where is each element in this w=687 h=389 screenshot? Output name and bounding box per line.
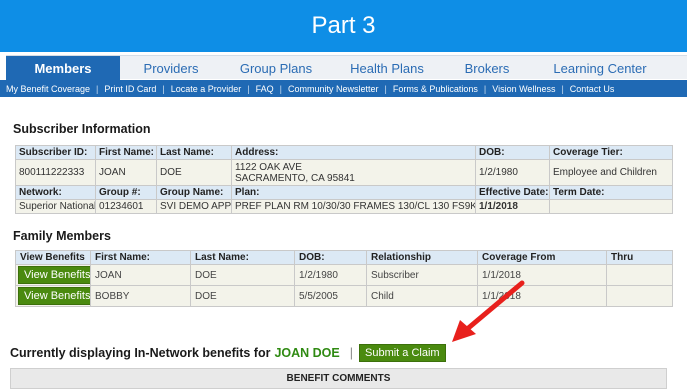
subnav-print-id-card[interactable]: Print ID Card xyxy=(104,84,156,94)
main-nav: Members Providers Group Plans Health Pla… xyxy=(6,55,687,80)
subnav-contact-us[interactable]: Contact Us xyxy=(570,84,615,94)
header-family-last-name: Last Name: xyxy=(190,250,295,265)
header-view-benefits: View Benefits xyxy=(15,250,91,265)
family-relationship: Subscriber xyxy=(366,264,478,286)
header-thru: Thru xyxy=(606,250,673,265)
subscriber-header-row: Subscriber ID: First Name: Last Name: Ad… xyxy=(15,145,673,160)
current-benefits-line: Currently displaying In-Network benefits… xyxy=(10,344,446,362)
tab-brokers[interactable]: Brokers xyxy=(444,56,530,80)
network-value: Superior National xyxy=(15,199,96,214)
header-plan: Plan: xyxy=(231,185,476,200)
family-row: View Benefits JOAN DOE 1/2/1980 Subscrib… xyxy=(15,264,673,286)
subnav-vision-wellness[interactable]: Vision Wellness xyxy=(492,84,555,94)
subscriber-id-value: 800111222333 xyxy=(15,159,96,186)
main-content: Subscriber Information Subscriber ID: Fi… xyxy=(13,100,687,307)
header-address: Address: xyxy=(231,145,476,160)
family-dob: 1/2/1980 xyxy=(294,264,367,286)
view-benefits-button[interactable]: View Benefits xyxy=(18,287,90,305)
family-header-row: View Benefits First Name: Last Name: DOB… xyxy=(15,250,673,265)
tab-group-plans[interactable]: Group Plans xyxy=(222,56,330,80)
tab-members[interactable]: Members xyxy=(6,56,120,80)
family-coverage-from: 1/1/2018 xyxy=(477,264,607,286)
tab-health-plans[interactable]: Health Plans xyxy=(330,56,444,80)
subnav-separator: | xyxy=(483,83,487,94)
tab-learning-center[interactable]: Learning Center xyxy=(530,56,670,80)
family-table: View Benefits First Name: Last Name: DOB… xyxy=(15,250,673,307)
header-term-date: Term Date: xyxy=(549,185,673,200)
last-name-value: DOE xyxy=(156,159,232,186)
plan-header-row: Network: Group #: Group Name: Plan: Effe… xyxy=(15,185,673,200)
subnav-separator: | xyxy=(384,83,387,94)
subnav-separator: | xyxy=(96,83,99,94)
plan-data-row: Superior National 01234601 SVI DEMO APP … xyxy=(15,199,673,214)
family-first-name: JOAN xyxy=(90,264,191,286)
view-benefits-cell: View Benefits xyxy=(15,264,91,286)
submit-claim-button[interactable]: Submit a Claim xyxy=(359,344,446,362)
view-benefits-button[interactable]: View Benefits xyxy=(18,266,90,284)
effective-date-value: 1/1/2018 xyxy=(475,199,550,214)
first-name-value: JOAN xyxy=(95,159,157,186)
subnav-separator: | xyxy=(247,83,250,94)
address-value: 1122 OAK AVE SACRAMENTO, CA 95841 xyxy=(231,159,476,186)
header-group-name: Group Name: xyxy=(156,185,232,200)
family-thru xyxy=(606,264,673,286)
banner-title: Part 3 xyxy=(311,12,376,39)
subscriber-section-title: Subscriber Information xyxy=(13,122,151,136)
tab-providers[interactable]: Providers xyxy=(120,56,222,80)
subnav-separator: | xyxy=(279,83,282,94)
header-family-dob: DOB: xyxy=(294,250,367,265)
header-first-name: First Name: xyxy=(95,145,157,160)
page-banner: Part 3 xyxy=(0,0,687,52)
subnav-separator: | xyxy=(561,83,564,94)
current-benefits-prefix: Currently displaying In-Network benefits… xyxy=(10,346,271,360)
subnav-locate-provider[interactable]: Locate a Provider xyxy=(171,84,242,94)
family-first-name: BOBBY xyxy=(90,285,191,307)
family-row: View Benefits BOBBY DOE 5/5/2005 Child 1… xyxy=(15,285,673,307)
family-dob: 5/5/2005 xyxy=(294,285,367,307)
subnav-community-newsletter[interactable]: Community Newsletter xyxy=(288,84,379,94)
subscriber-data-row: 800111222333 JOAN DOE 1122 OAK AVE SACRA… xyxy=(15,159,673,186)
group-name-value: SVI DEMO APP xyxy=(156,199,232,214)
subnav-forms-publications[interactable]: Forms & Publications xyxy=(393,84,478,94)
subscriber-table: Subscriber ID: First Name: Last Name: Ad… xyxy=(15,145,673,214)
header-last-name: Last Name: xyxy=(156,145,232,160)
subnav-separator: | xyxy=(162,83,165,94)
view-benefits-cell: View Benefits xyxy=(15,285,91,307)
header-subscriber-id: Subscriber ID: xyxy=(15,145,96,160)
header-network: Network: xyxy=(15,185,96,200)
family-coverage-from: 1/1/2018 xyxy=(477,285,607,307)
header-family-first-name: First Name: xyxy=(90,250,191,265)
family-section-title: Family Members xyxy=(13,229,111,243)
address-line1: 1122 OAK AVE xyxy=(235,161,302,173)
plan-value: PREF PLAN RM 10/30/30 FRAMES 130/CL 130 … xyxy=(231,199,476,214)
header-coverage-tier: Coverage Tier: xyxy=(549,145,673,160)
group-number-value: 01234601 xyxy=(95,199,157,214)
header-group-number: Group #: xyxy=(95,185,157,200)
header-dob: DOB: xyxy=(475,145,550,160)
address-line2: SACRAMENTO, CA 95841 xyxy=(235,172,355,184)
subnav-faq[interactable]: FAQ xyxy=(256,84,274,94)
term-date-value xyxy=(549,199,673,214)
benefit-comments-title: BENEFIT COMMENTS xyxy=(286,373,391,384)
current-separator: | xyxy=(349,346,353,360)
current-member-name: JOAN DOE xyxy=(274,346,340,360)
header-effective-date: Effective Date: xyxy=(475,185,550,200)
dob-value: 1/2/1980 xyxy=(475,159,550,186)
family-relationship: Child xyxy=(366,285,478,307)
coverage-tier-value: Employee and Children xyxy=(549,159,673,186)
sub-nav: My Benefit Coverage | Print ID Card | Lo… xyxy=(0,80,687,97)
family-thru xyxy=(606,285,673,307)
header-coverage-from: Coverage From xyxy=(477,250,607,265)
benefit-comments-header: BENEFIT COMMENTS xyxy=(10,368,667,389)
family-last-name: DOE xyxy=(190,285,295,307)
subnav-my-benefit-coverage[interactable]: My Benefit Coverage xyxy=(6,84,90,94)
header-relationship: Relationship xyxy=(366,250,478,265)
family-last-name: DOE xyxy=(190,264,295,286)
